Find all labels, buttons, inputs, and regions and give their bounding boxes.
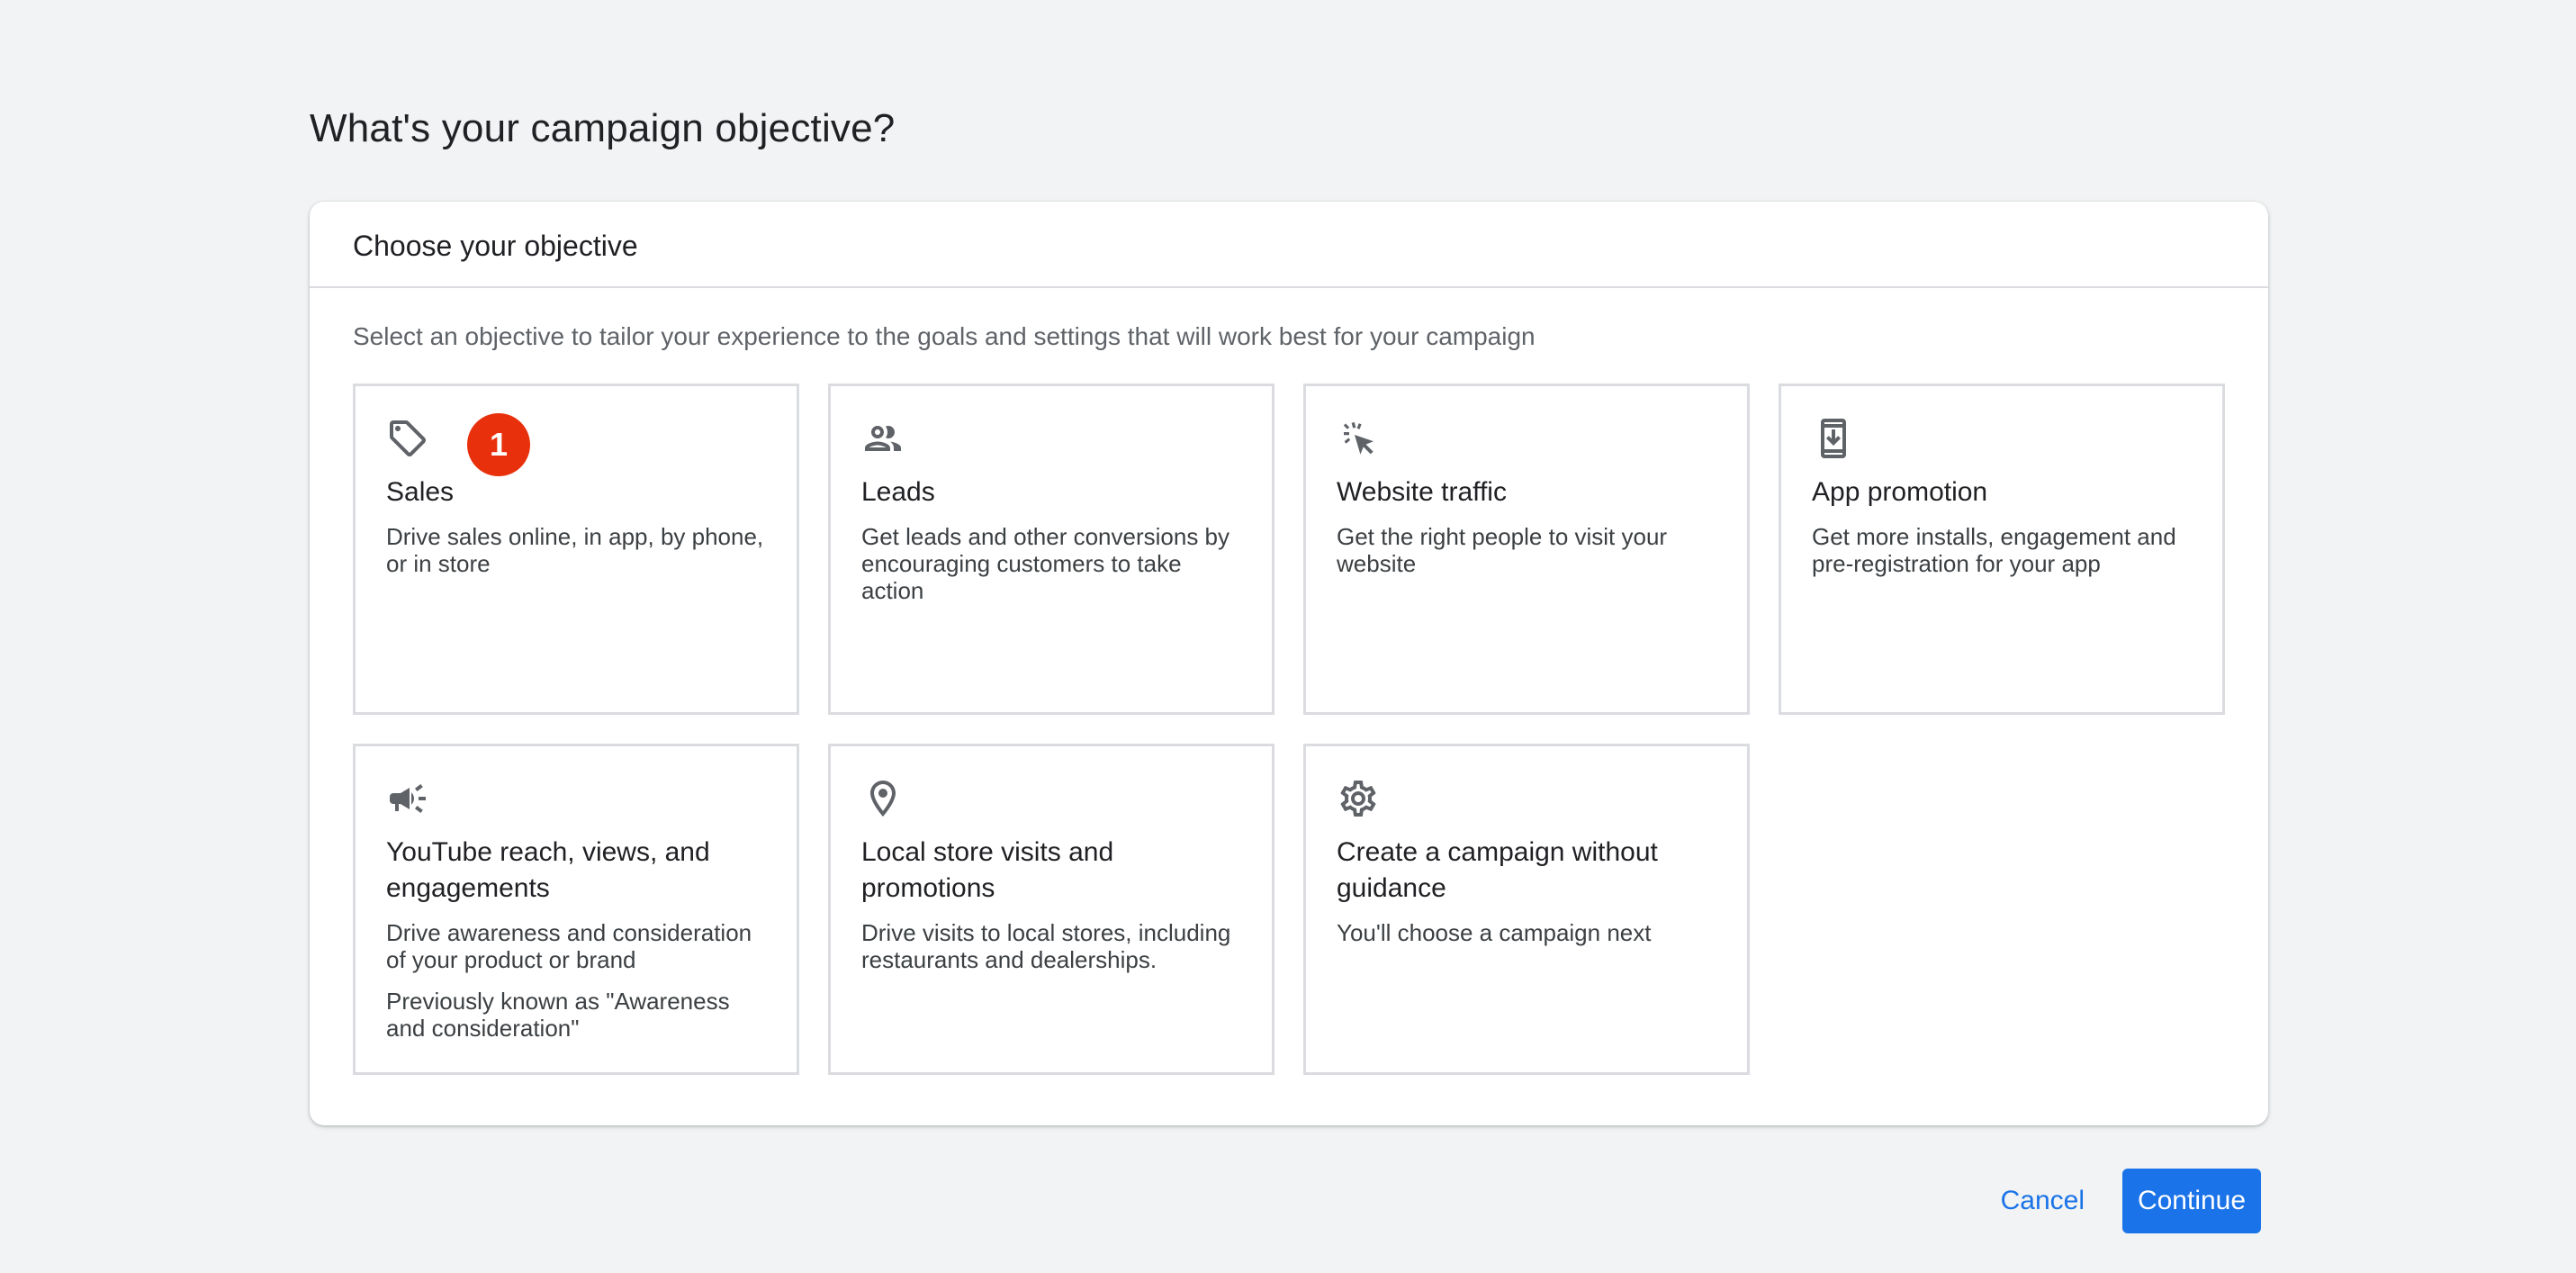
- card-title: Sales: [386, 477, 455, 507]
- card-description: You'll choose a campaign next: [1337, 919, 1652, 946]
- people-icon: [861, 417, 905, 460]
- tag-icon: [386, 417, 429, 460]
- card-title: App promotion: [1812, 477, 1988, 507]
- card-description: Drive visits to local stores, including …: [861, 919, 1231, 973]
- gear-icon: [1337, 777, 1380, 820]
- card-description: Drive sales online, in app, by phone, or…: [386, 523, 764, 577]
- objective-card-sales[interactable]: 1 Sales Drive sales online, in app, by p…: [353, 384, 799, 715]
- location-pin-icon: [861, 777, 905, 820]
- panel-subtitle: Select an objective to tailor your exper…: [353, 322, 1536, 350]
- panel-header: Choose your objective: [310, 202, 2268, 288]
- card-title: Create a campaign without guidance: [1337, 837, 1658, 903]
- card-title: Leads: [861, 477, 935, 507]
- page-title: What's your campaign objective?: [310, 106, 896, 150]
- phone-download-icon: [1812, 417, 1855, 460]
- panel-title: Choose your objective: [353, 229, 638, 262]
- cursor-click-icon: [1337, 417, 1380, 460]
- card-description: Drive awareness and consideration of you…: [386, 919, 752, 973]
- objective-panel: Choose your objective Select an objectiv…: [310, 202, 2268, 1125]
- card-description: Get the right people to visit your websi…: [1337, 523, 1668, 577]
- card-description: Get more installs, engagement and pre-re…: [1812, 523, 2176, 577]
- objective-card-local-store[interactable]: Local store visits and promotions Drive …: [828, 744, 1274, 1075]
- objective-card-website-traffic[interactable]: Website traffic Get the right people to …: [1303, 384, 1750, 715]
- card-description: Get leads and other conversions by encou…: [861, 523, 1230, 604]
- card-title: Local store visits and promotions: [861, 837, 1114, 903]
- card-note: Previously known as "Awareness and consi…: [386, 988, 730, 1042]
- objective-card-no-guidance[interactable]: Create a campaign without guidance You'l…: [1303, 744, 1750, 1075]
- footer-actions: Cancel Continue: [1979, 1169, 2261, 1233]
- cancel-button[interactable]: Cancel: [1979, 1173, 2106, 1229]
- continue-button[interactable]: Continue: [2122, 1169, 2261, 1233]
- step-badge: 1: [467, 413, 530, 476]
- card-title: Website traffic: [1337, 477, 1507, 507]
- megaphone-icon: [386, 777, 429, 820]
- objective-card-youtube[interactable]: YouTube reach, views, and engagements Dr…: [353, 744, 799, 1075]
- card-title: YouTube reach, views, and engagements: [386, 837, 710, 903]
- objective-card-app-promotion[interactable]: App promotion Get more installs, engagem…: [1779, 384, 2225, 715]
- objective-card-leads[interactable]: Leads Get leads and other conversions by…: [828, 384, 1274, 715]
